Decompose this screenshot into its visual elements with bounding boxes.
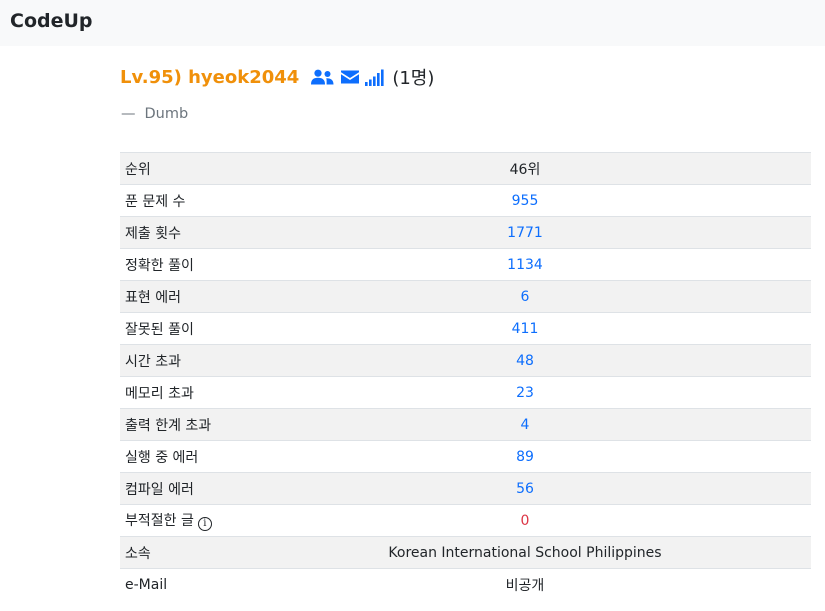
stat-link-runtime-error[interactable]: 89 — [516, 449, 534, 465]
stat-link-wrong-answer[interactable]: 411 — [512, 321, 539, 337]
brand-logo-link[interactable]: CodeUp — [10, 10, 93, 32]
stat-link-accepted[interactable]: 1134 — [507, 257, 543, 273]
table-row: 정확한 풀이 1134 — [120, 248, 811, 281]
table-row: 출력 한계 초과 4 — [120, 408, 811, 441]
table-row: 표현 에러 6 — [120, 280, 811, 313]
username-link[interactable]: Lv.95) hyeok2044 — [120, 67, 299, 88]
stat-label-accepted: 정확한 풀이 — [120, 248, 304, 281]
stat-link-submissions[interactable]: 1771 — [507, 225, 543, 241]
stat-label-solved: 푼 문제 수 — [120, 184, 304, 217]
stat-value-affiliation: Korean International School Philippines — [388, 544, 662, 561]
stat-label-time-limit: 시간 초과 — [120, 344, 304, 377]
stat-label-output-limit: 출력 한계 초과 — [120, 408, 304, 441]
stat-link-output-limit[interactable]: 4 — [521, 417, 530, 433]
signal-bars-icon[interactable] — [365, 68, 387, 86]
motto-text: Dumb — [144, 106, 189, 122]
stat-link-presentation-error[interactable]: 6 — [521, 289, 530, 305]
table-row: 실행 중 에러 89 — [120, 440, 811, 473]
table-row: 메모리 초과 23 — [120, 376, 811, 409]
stat-link-solved[interactable]: 955 — [512, 193, 539, 209]
stat-value-email: 비공개 — [505, 577, 545, 594]
top-navbar: CodeUp — [0, 0, 825, 46]
table-row: 소속 Korean International School Philippin… — [120, 536, 811, 569]
stat-link-memory-limit[interactable]: 23 — [516, 385, 534, 401]
info-icon[interactable]: i — [197, 517, 212, 531]
table-row: 시간 초과 48 — [120, 344, 811, 377]
user-stats-table: 순위 46위 푼 문제 수 955 제출 횟수 1771 정확한 풀이 1134… — [120, 152, 811, 601]
stat-label-presentation-error: 표현 에러 — [120, 280, 304, 313]
table-row: 부적절한 글i 0 — [120, 504, 811, 537]
envelope-icon[interactable] — [340, 69, 360, 85]
stat-link-inappropriate-post[interactable]: 0 — [521, 513, 530, 529]
table-row: 잘못된 풀이 411 — [120, 312, 811, 345]
table-row: 푼 문제 수 955 — [120, 184, 811, 217]
table-row: 제출 횟수 1771 — [120, 216, 811, 249]
stat-label-submissions: 제출 횟수 — [120, 216, 304, 249]
stat-label-email: e-Mail — [120, 568, 304, 601]
stat-label-runtime-error: 실행 중 에러 — [120, 440, 304, 473]
stat-label-wrong-answer: 잘못된 풀이 — [120, 312, 304, 345]
stat-label-rank: 순위 — [120, 152, 304, 185]
table-row: 컴파일 에러 56 — [120, 472, 811, 505]
follower-count[interactable]: (1명) — [392, 64, 434, 90]
stat-label-inappropriate-post-text: 부적절한 글 — [125, 513, 194, 529]
stat-value-rank: 46위 — [509, 161, 541, 178]
stat-label-inappropriate-post: 부적절한 글i — [120, 504, 304, 537]
table-row: e-Mail 비공개 — [120, 568, 811, 601]
user-motto: — Dumb — [121, 106, 188, 122]
stat-label-compile-error: 컴파일 에러 — [120, 472, 304, 505]
stat-label-affiliation: 소속 — [120, 536, 304, 569]
table-row: 순위 46위 — [120, 152, 811, 185]
stat-link-time-limit[interactable]: 48 — [516, 353, 534, 369]
users-icon[interactable] — [310, 69, 334, 85]
profile-header: Lv.95) hyeok2044 (1명) — [120, 62, 434, 92]
stat-label-memory-limit: 메모리 초과 — [120, 376, 304, 409]
stat-link-compile-error[interactable]: 56 — [516, 481, 534, 497]
motto-dash: — — [121, 106, 136, 122]
